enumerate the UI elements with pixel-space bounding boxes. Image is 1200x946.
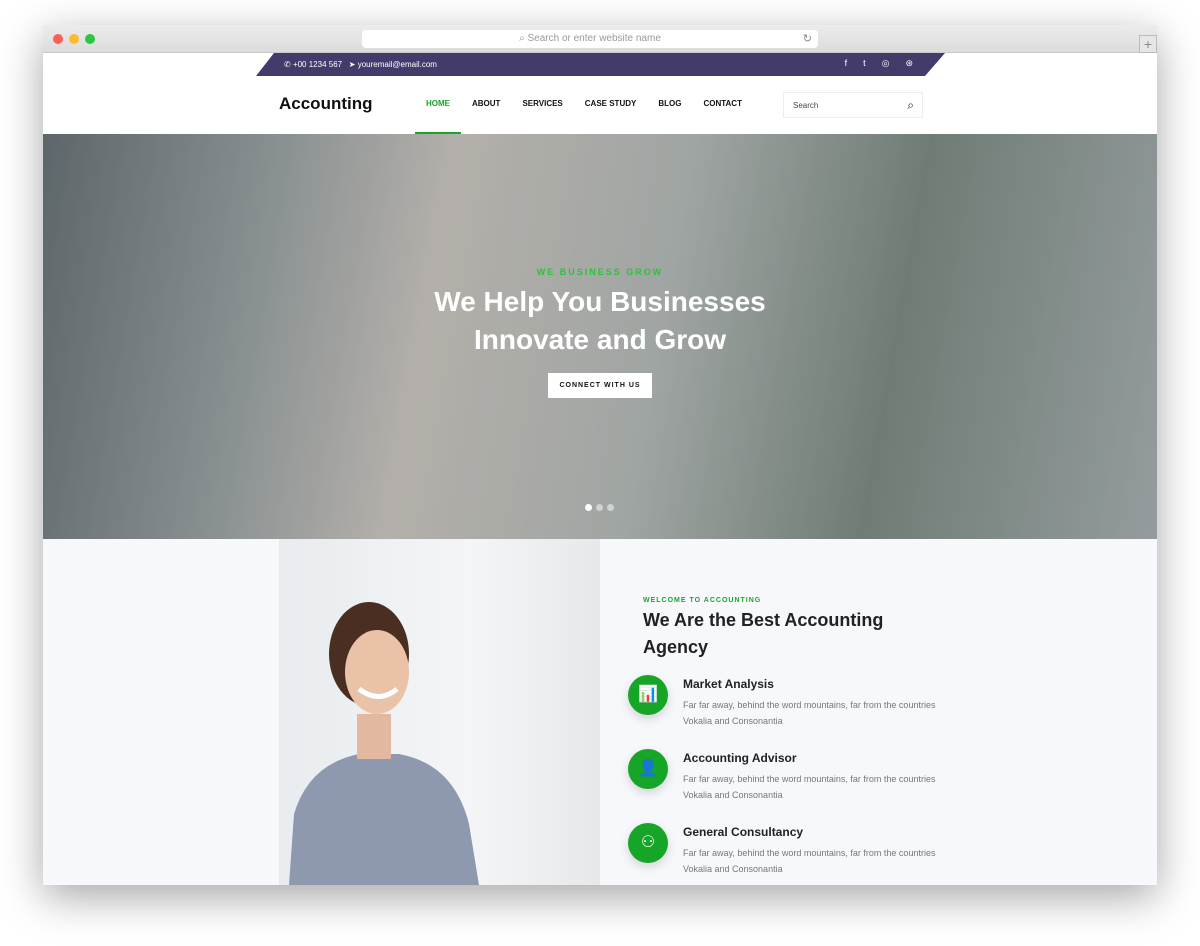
feature-item: 👤 Accounting Advisor Far far away, behin… [628,749,935,823]
slide-dot[interactable] [596,504,603,511]
feature-desc: Far far away, behind the word mountains,… [683,848,936,874]
slide-dot[interactable] [585,504,592,511]
woman-portrait [289,602,479,885]
reload-icon[interactable]: ↻ [803,30,812,48]
phone-number: +00 1234 567 [292,60,343,69]
logo[interactable]: Accounting [279,94,373,114]
nav-home[interactable]: HOME [415,76,461,134]
feature-title: Market Analysis [683,677,774,691]
nav-contact[interactable]: CONTACT [692,76,753,134]
market-analysis-icon: 📊 [628,675,668,715]
facebook-icon[interactable]: f [845,58,848,69]
email-link[interactable]: youremail@email.com [358,60,437,69]
slide-dot[interactable] [607,504,614,511]
feature-title: General Consultancy [683,825,804,839]
connect-button[interactable]: CONNECT WITH US [548,373,652,398]
about-title: We Are the Best Accounting Agency [643,610,884,657]
about-kicker: WELCOME TO ACCOUNTING [643,597,762,604]
feature-title: Accounting Advisor [683,751,797,765]
new-tab-button[interactable]: + [1139,35,1157,53]
slider-dots [585,504,614,511]
address-bar[interactable]: ⌕ Search or enter website name ↻ [362,30,818,48]
top-contact-bar: ✆ +00 1234 567 ➤ youremail@email.com f t… [256,53,945,76]
browser-titlebar: ⌕ Search or enter website name ↻ + [43,25,1157,53]
about-photo [279,539,600,885]
browser-window: ⌕ Search or enter website name ↻ + ✆ +00 … [43,25,1157,885]
search-icon[interactable]: ⌕ [907,98,914,113]
feature-desc: Far far away, behind the word mountains,… [683,774,936,800]
search-placeholder: Search [793,101,819,110]
about-section: WELCOME TO ACCOUNTING We Are the Best Ac… [43,539,1157,885]
consultancy-icon: ⚇ [628,823,668,863]
hero-slider: WE BUSINESS GROW We Help You Businesses I… [43,134,1157,539]
main-nav: Accounting HOME ABOUT SERVICES CASE STUD… [43,76,1157,134]
phone-icon: ✆ [284,60,293,69]
twitter-icon[interactable]: t [863,58,866,69]
maximize-window-button[interactable] [85,34,95,44]
feature-item: 📊 Market Analysis Far far away, behind t… [628,675,935,749]
nav-services[interactable]: SERVICES [511,76,573,134]
instagram-icon[interactable]: ◎ [882,58,890,69]
send-icon: ➤ [348,60,358,69]
close-window-button[interactable] [53,34,63,44]
minimize-window-button[interactable] [69,34,79,44]
dribbble-icon[interactable]: ⊛ [905,58,913,69]
nav-blog[interactable]: BLOG [647,76,692,134]
address-placeholder: Search or enter website name [527,33,661,44]
accounting-advisor-icon: 👤 [628,749,668,789]
feature-item: ⚇ General Consultancy Far far away, behi… [628,823,935,885]
nav-case-study[interactable]: CASE STUDY [574,76,648,134]
hero-title: We Help You Businesses Innovate and Grow [434,286,766,355]
nav-about[interactable]: ABOUT [461,76,511,134]
search-input[interactable]: Search ⌕ [783,92,923,118]
hero-kicker: WE BUSINESS GROW [536,267,664,277]
feature-desc: Far far away, behind the word mountains,… [683,700,936,726]
